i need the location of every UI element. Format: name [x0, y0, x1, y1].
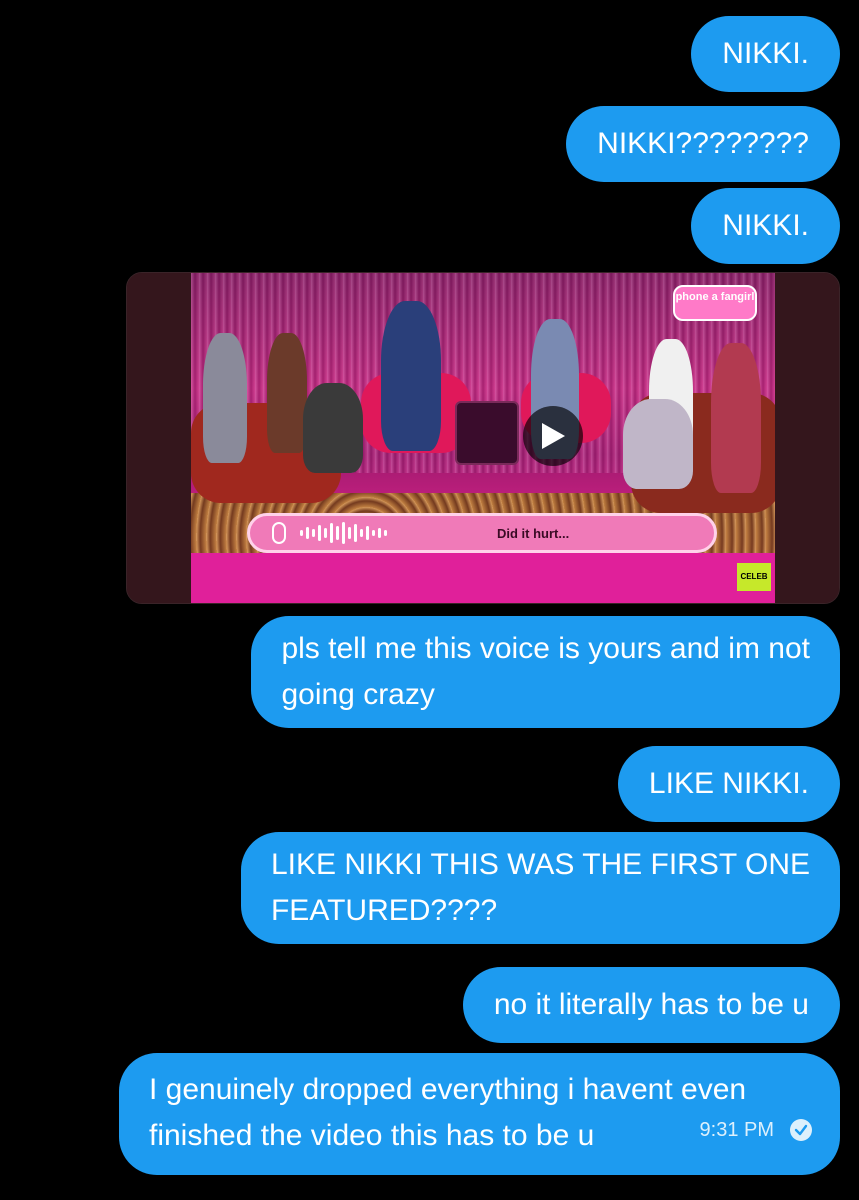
message-text: NIKKI.	[722, 37, 809, 70]
message-text-line: FEATURED????	[270, 894, 498, 927]
play-icon	[542, 423, 565, 449]
video-message[interactable]: phone a fangirl Did it hurt... CELEB	[126, 272, 840, 604]
video-thumbnail: phone a fangirl Did it hurt... CELEB	[191, 273, 775, 603]
person	[203, 333, 247, 463]
voice-caption-bar: Did it hurt...	[247, 513, 717, 553]
message-bubble[interactable]: pls tell me this voice is yours and im n…	[251, 616, 840, 728]
corner-badge: CELEB	[737, 563, 771, 591]
message-bubble[interactable]: LIKE NIKKI THIS WAS THE FIRST ONE FEATUR…	[240, 832, 840, 944]
message-bubble[interactable]: I genuinely dropped everything i havent …	[119, 1053, 840, 1175]
person	[267, 333, 307, 453]
message-text-line: going crazy	[281, 678, 435, 711]
person	[303, 383, 363, 473]
caption-text: Did it hurt...	[497, 525, 570, 541]
play-button[interactable]	[523, 406, 583, 466]
message-bubble[interactable]: LIKE NIKKI.	[617, 746, 840, 822]
message-meta: 9:31 PM	[700, 1107, 812, 1153]
show-logo: phone a fangirl	[673, 285, 757, 321]
message-text: LIKE NIKKI.	[648, 767, 809, 800]
read-check-icon	[790, 1119, 812, 1141]
video-letterbox-right	[775, 273, 839, 603]
message-text: NIKKI????????	[597, 127, 809, 160]
microphone-icon	[272, 522, 286, 544]
message-text: no it literally has to be u	[493, 988, 809, 1021]
message-bubble[interactable]: NIKKI????????	[566, 106, 840, 182]
message-text: NIKKI.	[722, 209, 809, 242]
person	[623, 399, 693, 489]
message-timestamp: 9:31 PM	[699, 1119, 774, 1141]
message-bubble[interactable]: no it literally has to be u	[462, 967, 840, 1043]
pink-rug	[191, 553, 775, 603]
person	[381, 301, 441, 451]
message-bubble[interactable]: NIKKI.	[691, 16, 840, 92]
waveform-icon	[300, 522, 387, 544]
video-letterbox-left	[127, 273, 191, 603]
message-bubble[interactable]: NIKKI.	[691, 188, 840, 264]
show-logo-text: phone a fangirl	[675, 291, 755, 303]
tv-prop	[455, 401, 519, 465]
message-text-line: pls tell me this voice is yours and im n…	[281, 632, 810, 665]
corner-badge-text: CELEB	[740, 572, 768, 581]
message-text-line: LIKE NIKKI THIS WAS THE FIRST ONE	[270, 848, 810, 881]
person	[711, 343, 761, 493]
